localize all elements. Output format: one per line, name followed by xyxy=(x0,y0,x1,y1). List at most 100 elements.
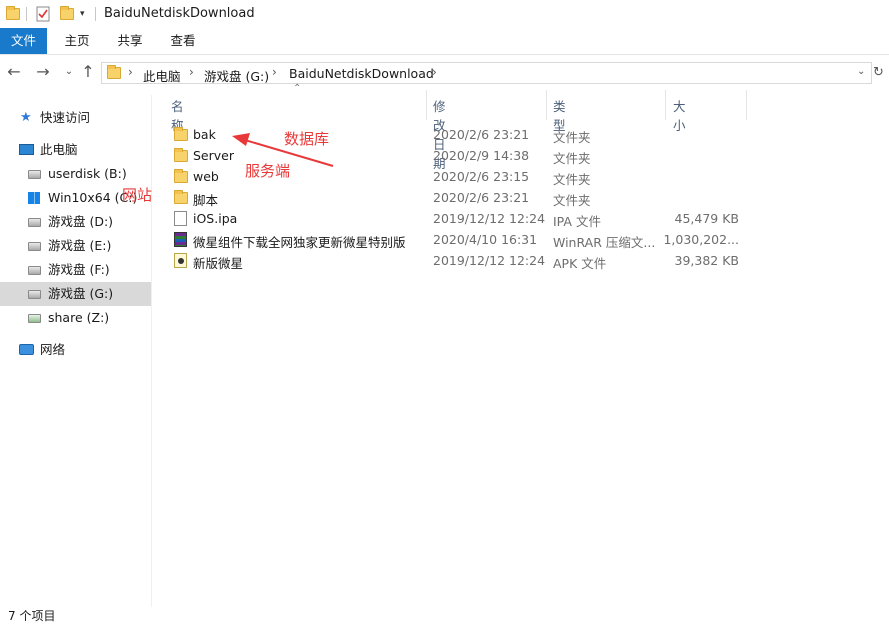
file-row[interactable]: 微星组件下载全网独家更新微星特别版 2020/4/10 16:31 WinRAR… xyxy=(153,229,889,250)
column-divider[interactable] xyxy=(426,90,427,120)
file-icon xyxy=(174,211,187,226)
file-type: 文件夹 xyxy=(553,172,591,187)
file-type: 文件夹 xyxy=(553,151,591,166)
file-modified: 2020/2/6 23:21 xyxy=(433,127,530,142)
chevron-right-icon[interactable]: › xyxy=(272,65,277,79)
file-size: 45,479 KB xyxy=(674,211,739,226)
file-row[interactable]: 脚本 2020/2/6 23:21 文件夹 xyxy=(153,187,889,208)
sidebar-item-network[interactable]: 网络 xyxy=(0,338,151,362)
file-row[interactable]: 新版微星 2019/12/12 12:24 APK 文件 39,382 KB xyxy=(153,250,889,271)
sort-ascending-icon: ⌃ xyxy=(293,83,302,94)
rar-icon xyxy=(174,232,187,247)
sidebar-item-drive-f[interactable]: 游戏盘 (F:) xyxy=(0,258,151,282)
chevron-right-icon[interactable]: › xyxy=(128,65,133,79)
breadcrumb-current-folder[interactable]: BaiduNetdiskDownload xyxy=(289,66,434,81)
sidebar-item-label: 游戏盘 (G:) xyxy=(48,286,114,301)
chevron-right-icon[interactable]: › xyxy=(189,65,194,79)
file-row[interactable]: bak 2020/2/6 23:21 文件夹 xyxy=(153,124,889,145)
ribbon: 文件 主页 共享 查看 xyxy=(0,28,889,55)
forward-arrow-icon[interactable]: → xyxy=(33,62,53,82)
sidebar-item-label: 游戏盘 (E:) xyxy=(48,238,112,253)
file-type: IPA 文件 xyxy=(553,214,601,229)
windows-drive-icon xyxy=(28,192,40,204)
file-type: WinRAR 压缩文... xyxy=(553,235,656,250)
sidebar-item-drive-g[interactable]: 游戏盘 (G:) xyxy=(0,282,151,306)
tab-file[interactable]: 文件 xyxy=(0,28,47,54)
sidebar-item-drive-e[interactable]: 游戏盘 (E:) xyxy=(0,234,151,258)
recent-locations-chevron-icon[interactable]: ⌄ xyxy=(59,62,79,82)
file-name: Server xyxy=(193,148,234,163)
address-dropdown-icon[interactable]: ⌄ xyxy=(857,66,865,77)
tab-view[interactable]: 查看 xyxy=(161,28,205,54)
item-count: 7 个项目 xyxy=(8,609,56,623)
file-name: iOS.ipa xyxy=(193,211,238,226)
folder-icon xyxy=(107,65,121,82)
customize-toolbar-icon[interactable]: ▾ xyxy=(80,5,85,23)
pc-icon xyxy=(19,144,34,155)
drive-icon xyxy=(28,218,41,227)
sidebar-item-label: 此电脑 xyxy=(40,142,78,157)
file-name: bak xyxy=(193,127,216,142)
annotation-server: 服务端 xyxy=(245,162,291,180)
file-size: 39,382 KB xyxy=(674,253,739,268)
address-bar[interactable]: › 此电脑 › 游戏盘 (G:) › BaiduNetdiskDownload … xyxy=(101,62,872,84)
sidebar-item-label: 游戏盘 (D:) xyxy=(48,214,114,229)
back-arrow-icon[interactable]: ← xyxy=(4,62,24,82)
sidebar-item-drive-d[interactable]: 游戏盘 (D:) xyxy=(0,210,151,234)
folder-icon xyxy=(174,169,188,186)
column-divider[interactable] xyxy=(746,90,747,120)
sidebar-item-userdisk-b[interactable]: userdisk (B:) xyxy=(0,162,151,186)
annotation-website: 网站 xyxy=(122,186,153,204)
folder-icon xyxy=(174,127,188,144)
column-divider[interactable] xyxy=(665,90,666,120)
drive-icon xyxy=(28,242,41,251)
network-drive-icon xyxy=(28,314,41,323)
breadcrumb-drive-g[interactable]: 游戏盘 (G:) xyxy=(204,66,269,85)
file-modified: 2020/2/6 23:21 xyxy=(433,190,530,205)
file-name: 微星组件下载全网独家更新微星特别版 xyxy=(193,235,406,250)
annotation-database: 数据库 xyxy=(284,130,330,148)
explorer-window: ▾ BaiduNetdiskDownload 文件 主页 共享 查看 ← → ⌄… xyxy=(0,0,889,624)
window-title: BaiduNetdiskDownload xyxy=(104,6,255,21)
folder-icon xyxy=(174,190,188,207)
sidebar-item-label: 游戏盘 (F:) xyxy=(48,262,110,277)
star-icon: ★ xyxy=(20,110,32,125)
folder-icon xyxy=(174,148,188,165)
column-divider[interactable] xyxy=(546,90,547,120)
navigation-pane: ★ 快速访问 此电脑 userdisk (B:) Win10x64 (C:) 游… xyxy=(0,95,152,607)
drive-icon xyxy=(28,290,41,299)
file-type: APK 文件 xyxy=(553,256,607,271)
sidebar-item-this-pc[interactable]: 此电脑 xyxy=(0,138,151,162)
network-icon xyxy=(19,344,34,355)
new-folder-icon[interactable] xyxy=(60,5,74,23)
apk-icon xyxy=(174,253,187,268)
status-bar: 7 个项目 xyxy=(0,604,889,624)
file-name: 脚本 xyxy=(193,193,219,208)
breadcrumb-this-pc[interactable]: 此电脑 xyxy=(143,66,181,85)
separator xyxy=(95,7,96,21)
file-row[interactable]: iOS.ipa 2019/12/12 12:24 IPA 文件 45,479 K… xyxy=(153,208,889,229)
tab-home[interactable]: 主页 xyxy=(55,28,99,54)
folder-icon xyxy=(6,5,20,23)
chevron-right-icon[interactable]: › xyxy=(432,65,437,79)
sidebar-item-quick-access[interactable]: ★ 快速访问 xyxy=(0,106,151,130)
sidebar-item-label: 网络 xyxy=(40,342,66,357)
title-bar: ▾ BaiduNetdiskDownload xyxy=(0,0,889,28)
drive-icon xyxy=(28,266,41,275)
file-modified: 2019/12/12 12:24 xyxy=(433,211,546,226)
file-modified: 2019/12/12 12:24 xyxy=(433,253,546,268)
sidebar-item-label: userdisk (B:) xyxy=(48,166,127,181)
tab-share[interactable]: 共享 xyxy=(108,28,152,54)
file-type: 文件夹 xyxy=(553,193,591,208)
file-size: 1,030,202... xyxy=(663,232,739,247)
file-modified: 2020/4/10 16:31 xyxy=(433,232,538,247)
up-arrow-icon[interactable]: ↑ xyxy=(78,62,98,82)
file-modified: 2020/2/9 14:38 xyxy=(433,148,530,163)
refresh-icon[interactable]: ↻ xyxy=(873,65,884,80)
sidebar-item-share-z[interactable]: share (Z:) xyxy=(0,306,151,330)
file-type: 文件夹 xyxy=(553,130,591,145)
properties-icon[interactable] xyxy=(36,5,50,23)
navigation-bar: ← → ⌄ ↑ › 此电脑 › 游戏盘 (G:) › BaiduNetdiskD… xyxy=(0,56,889,88)
separator xyxy=(26,7,27,21)
file-name: web xyxy=(193,169,219,184)
